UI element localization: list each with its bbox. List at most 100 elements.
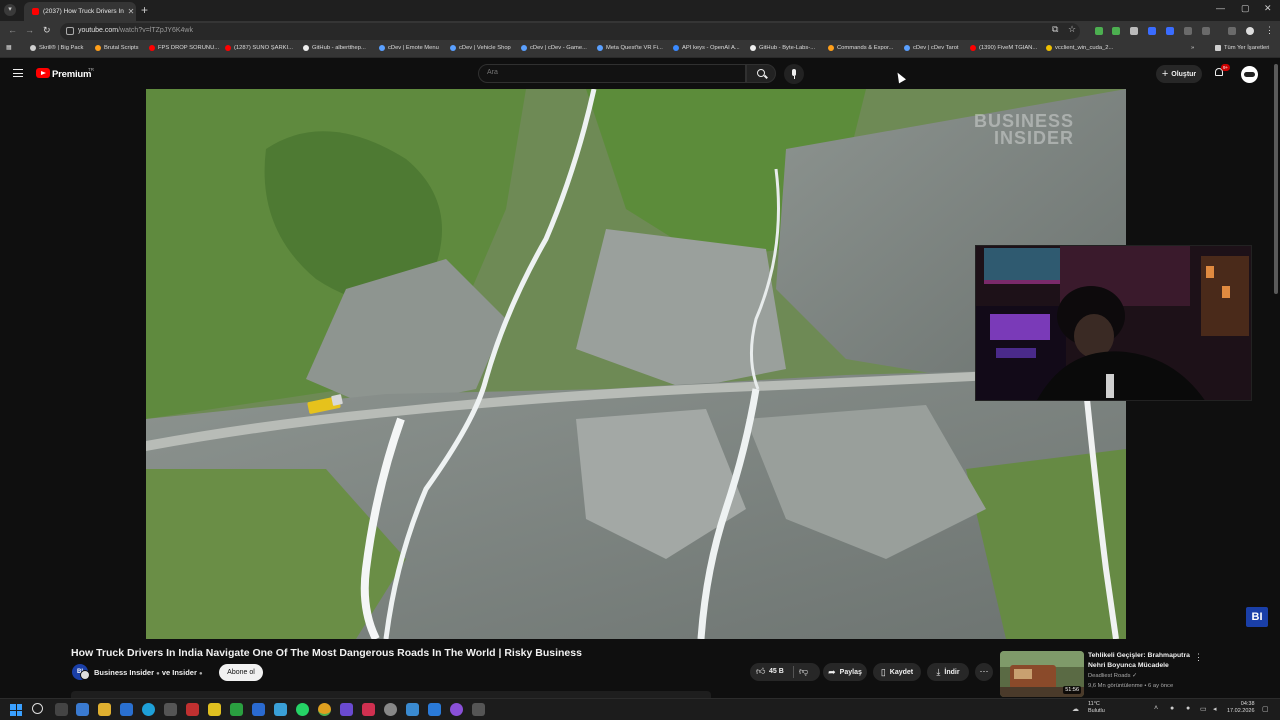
- clock[interactable]: 04:38 17.02.2026: [1227, 701, 1255, 715]
- chrome-icon[interactable]: [318, 703, 331, 716]
- extension-icon[interactable]: [1112, 27, 1120, 35]
- extension-icon[interactable]: [1130, 27, 1138, 35]
- create-button[interactable]: + Oluştur: [1156, 65, 1202, 83]
- menu-hamburger-icon[interactable]: [13, 69, 23, 77]
- file-explorer-icon[interactable]: [98, 703, 111, 716]
- scrollbar-thumb[interactable]: [1274, 64, 1278, 294]
- bookmark-item[interactable]: (1287) SUNO ŞARKI...: [225, 45, 293, 51]
- site-info-icon[interactable]: [66, 27, 74, 35]
- like-count[interactable]: 45 B: [769, 668, 784, 675]
- install-app-icon[interactable]: ⧉: [1052, 24, 1058, 35]
- bookmark-star-icon[interactable]: ☆: [1068, 24, 1076, 35]
- bookmark-item[interactable]: GitHub - albertthep...: [303, 45, 366, 51]
- mail-icon[interactable]: [120, 703, 133, 716]
- microphone-icon[interactable]: ●: [1186, 705, 1190, 712]
- vscode-icon[interactable]: [428, 703, 441, 716]
- app-icon[interactable]: [406, 703, 419, 716]
- reload-icon[interactable]: ↻: [43, 25, 51, 36]
- youtube-premium-logo[interactable]: Premium: [52, 69, 91, 80]
- extension-icon[interactable]: [1184, 27, 1192, 35]
- bookmark-item[interactable]: (1390) FiveM TGIAN...: [970, 45, 1037, 51]
- search-input[interactable]: [487, 69, 727, 76]
- search-box[interactable]: [478, 64, 746, 83]
- favicon-icon: [225, 45, 231, 51]
- tab-list-button[interactable]: ▾: [4, 4, 16, 16]
- settings-gear-icon[interactable]: [384, 703, 397, 716]
- bookmark-item[interactable]: vcclient_win_cuda_2...: [1046, 45, 1113, 51]
- bookmark-item[interactable]: cDev | cDev - Game...: [521, 45, 587, 51]
- recommended-video-title[interactable]: Tehlikeli Geçişler: Brahmaputra Nehri Bo…: [1088, 651, 1192, 670]
- channel-branding-badge[interactable]: BI: [1246, 607, 1268, 627]
- share-label: Paylaş: [839, 668, 862, 676]
- extension-icon[interactable]: [1148, 27, 1156, 35]
- bookmark-item[interactable]: cDev | Vehicle Shop: [450, 45, 511, 51]
- all-bookmarks-folder[interactable]: Tüm Yer İşaretleri: [1215, 45, 1269, 51]
- maximize-window-button[interactable]: ▢: [1241, 3, 1250, 14]
- taskbar-search-icon[interactable]: [32, 703, 43, 714]
- extensions-puzzle-icon[interactable]: [1202, 27, 1210, 35]
- dislike-thumb-down-icon[interactable]: 👎︎: [799, 666, 808, 677]
- youtube-logo-icon[interactable]: [36, 68, 50, 78]
- extension-icon[interactable]: [1166, 27, 1174, 35]
- task-view-icon[interactable]: [55, 703, 68, 716]
- subscribe-button[interactable]: Abone ol: [219, 664, 263, 681]
- like-thumb-up-icon[interactable]: 👍︎: [756, 666, 765, 677]
- download-button[interactable]: ⤓ İndir: [927, 663, 969, 681]
- more-actions-button[interactable]: ⋯: [975, 663, 993, 681]
- app-icon[interactable]: [186, 703, 199, 716]
- search-button[interactable]: [746, 64, 776, 83]
- widgets-icon[interactable]: [76, 703, 89, 716]
- close-tab-icon[interactable]: ✕: [126, 7, 136, 16]
- whatsapp-icon[interactable]: [296, 703, 309, 716]
- forward-arrow-icon[interactable]: →: [25, 25, 34, 35]
- tab-youtube-video[interactable]: (2037) How Truck Drivers In Indi ✕: [24, 2, 136, 21]
- recommended-menu-icon[interactable]: ⋮: [1194, 652, 1203, 663]
- back-arrow-icon[interactable]: ←: [8, 25, 17, 35]
- bookmark-item[interactable]: cDev | Emote Menu: [379, 45, 439, 51]
- new-tab-button[interactable]: +: [141, 3, 148, 17]
- network-icon[interactable]: ▭: [1200, 705, 1207, 713]
- collab-avatar[interactable]: [80, 670, 90, 680]
- bookmark-item[interactable]: Skrill® | Big Pack: [30, 45, 83, 51]
- bookmarks-overflow-button[interactable]: »: [1191, 45, 1194, 51]
- app-icon[interactable]: [340, 703, 353, 716]
- notifications-bell-icon[interactable]: 9+: [1214, 64, 1231, 78]
- windows-start-icon[interactable]: [10, 704, 22, 716]
- weather-widget[interactable]: 11°C Bulutlu: [1088, 701, 1105, 715]
- bookmark-item[interactable]: API keys - OpenAI A...: [673, 45, 740, 51]
- volume-icon[interactable]: ◂: [1213, 705, 1217, 713]
- app-icon[interactable]: [362, 703, 375, 716]
- bookmark-item[interactable]: cDev | cDev Tarot: [904, 45, 959, 51]
- share-button[interactable]: ➦ Paylaş: [823, 663, 867, 681]
- browser-menu-icon[interactable]: ⋮: [1265, 25, 1274, 36]
- bookmark-item[interactable]: FPS DROP SORUNU...: [149, 45, 219, 51]
- minimize-window-button[interactable]: —: [1216, 3, 1225, 13]
- app-icon[interactable]: [472, 703, 485, 716]
- account-avatar[interactable]: [1241, 66, 1258, 83]
- address-bar[interactable]: youtube.com/watch?v=lTZpJY6K4wk ⧉ ☆: [60, 23, 1080, 40]
- app-icon[interactable]: [274, 703, 287, 716]
- close-window-button[interactable]: ✕: [1264, 3, 1272, 14]
- bookmark-item[interactable]: Meta Quest'te VR Fi...: [597, 45, 663, 51]
- save-button[interactable]: ▯ Kaydet: [873, 663, 921, 681]
- tray-app-icon[interactable]: ●: [1170, 705, 1174, 712]
- excel-icon[interactable]: [230, 703, 243, 716]
- bookmark-item[interactable]: GitHub - Byte-Labs-...: [750, 45, 815, 51]
- sidebar-icon[interactable]: [1228, 27, 1236, 35]
- recommended-channel[interactable]: Deadliest Roads ✓: [1088, 673, 1137, 679]
- recommended-video-thumbnail[interactable]: 51:56: [1000, 651, 1084, 697]
- apps-grid-icon[interactable]: ▦: [6, 45, 11, 51]
- store-icon[interactable]: [164, 703, 177, 716]
- bookmark-item[interactable]: Commands & Expor...: [828, 45, 893, 51]
- edge-browser-icon[interactable]: [142, 703, 155, 716]
- channel-name[interactable]: Business Insider ● ve Insider ●: [94, 668, 203, 677]
- notification-center-icon[interactable]: ▢: [1262, 705, 1269, 713]
- bookmark-item[interactable]: Brutal Scripts: [95, 45, 138, 51]
- app-icon[interactable]: [252, 703, 265, 716]
- profile-icon[interactable]: [1246, 27, 1254, 35]
- extension-icon[interactable]: [1095, 27, 1103, 35]
- app-icon[interactable]: [208, 703, 221, 716]
- voice-search-mic-icon[interactable]: [784, 64, 804, 84]
- app-icon[interactable]: [450, 703, 463, 716]
- tray-chevron-up-icon[interactable]: ˄: [1154, 705, 1158, 712]
